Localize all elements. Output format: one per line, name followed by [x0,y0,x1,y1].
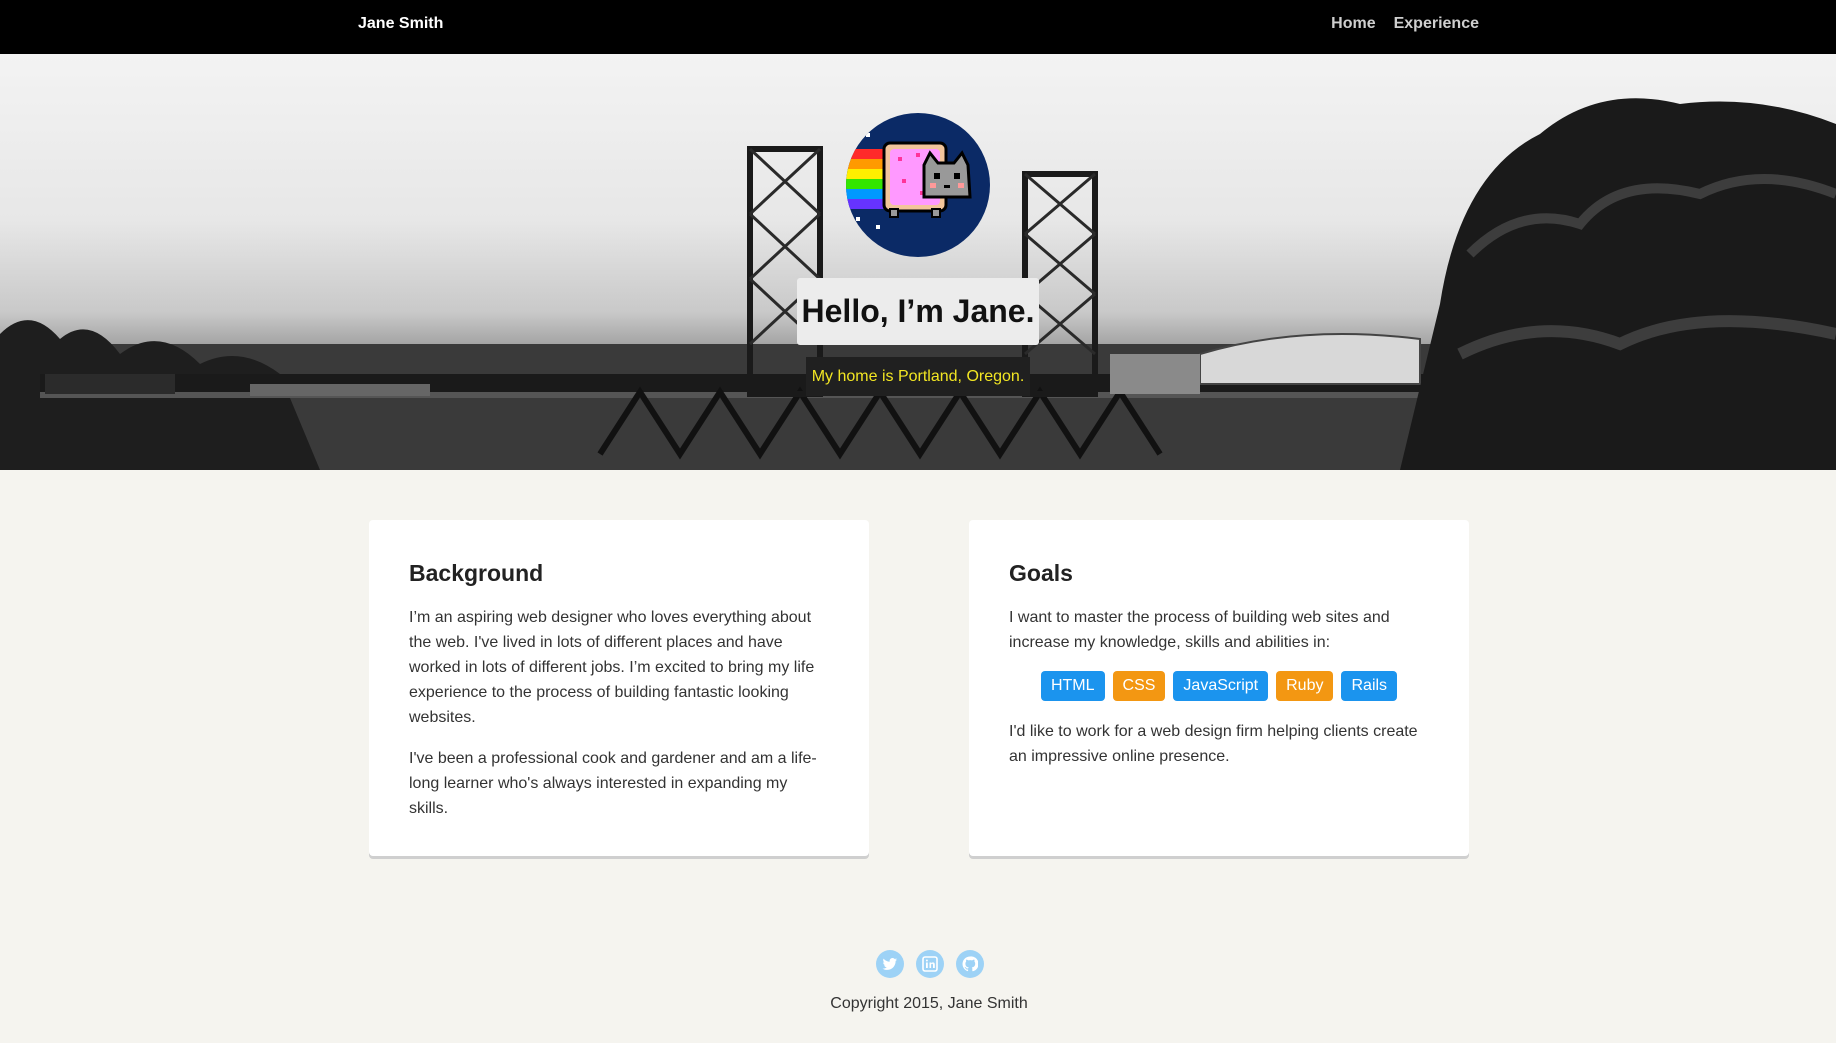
hero-subtitle: My home is Portland, Oregon. [806,357,1030,396]
goals-card: Goals I want to master the process of bu… [969,520,1469,856]
skill-tags: HTML CSS JavaScript Ruby Rails [1009,671,1429,701]
github-link[interactable] [956,950,984,978]
nyan-cat-icon [846,133,972,229]
brand-link[interactable]: Jane Smith [358,15,443,33]
tag-html: HTML [1040,671,1105,701]
copyright-text: Copyright 2015, Jane Smith [830,995,1028,1012]
linkedin-link[interactable] [916,950,944,978]
top-navbar: Jane Smith Home Experience [0,0,1836,54]
background-card: Background I’m an aspiring web designer … [369,520,869,856]
twitter-icon [882,958,897,970]
goals-intro: I want to master the process of building… [1009,609,1390,651]
nav-link-home[interactable]: Home [1331,15,1375,33]
tag-ruby: Ruby [1276,671,1334,701]
twitter-link[interactable] [876,950,904,978]
github-icon [962,956,978,972]
tag-rails: Rails [1341,671,1398,701]
avatar [846,113,990,257]
background-paragraph-1: I’m an aspiring web designer who loves e… [409,609,815,726]
goals-heading: Goals [1009,560,1073,586]
hero-title: Hello, I’m Jane. [797,278,1039,345]
background-heading: Background [409,560,544,586]
linkedin-icon [922,956,938,972]
tag-javascript: JavaScript [1173,671,1269,701]
hero-banner: Hello, I’m Jane. My home is Portland, Or… [0,54,1836,470]
tag-css: CSS [1112,671,1166,701]
social-links [876,950,984,978]
nav-links: Home Experience [1331,15,1479,33]
nav-link-experience[interactable]: Experience [1394,15,1479,33]
background-paragraph-2: I've been a professional cook and garden… [409,750,817,817]
goals-outro: I'd like to work for a web design firm h… [1009,723,1418,765]
